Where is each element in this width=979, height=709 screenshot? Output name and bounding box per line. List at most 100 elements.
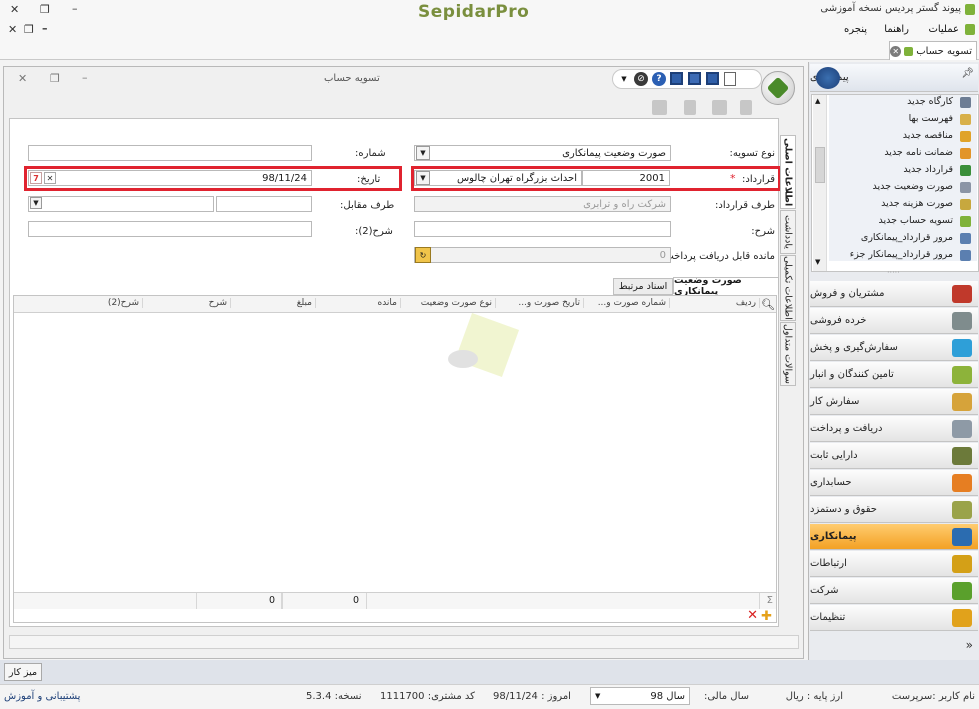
- app-close-icon[interactable]: ✕: [10, 3, 19, 16]
- mdi-restore-icon[interactable]: ❐: [24, 23, 34, 36]
- module-11[interactable]: شرکت: [810, 578, 978, 604]
- desk-button[interactable]: میز کار: [4, 663, 42, 681]
- mdi-minimize-icon[interactable]: –: [42, 22, 48, 35]
- status-user: نام کاربر :سرپرست: [891, 691, 975, 702]
- sub-item-new-contract[interactable]: قرارداد جدید: [903, 164, 953, 175]
- grid-header: 🔍︎ ردیف شماره صورت و... تاریخ صورت و... …: [13, 296, 776, 313]
- nav-header[interactable]: پیمانکاری 📌︎: [810, 64, 978, 92]
- module-4[interactable]: سفارش کار: [810, 389, 978, 415]
- menu-window[interactable]: پنجره: [844, 24, 867, 35]
- new-document-icon[interactable]: [724, 72, 736, 86]
- delete-row-icon[interactable]: ✕: [747, 609, 758, 622]
- toolbar-dropdown-icon[interactable]: ▼: [617, 72, 631, 86]
- module-icon: [952, 285, 972, 303]
- sub-item-new-tender[interactable]: مناقصه جدید: [903, 130, 953, 141]
- counterparty-select[interactable]: [28, 196, 214, 212]
- side-tab-notes[interactable]: یادداشت: [780, 210, 796, 254]
- col-amount[interactable]: مبلغ: [230, 298, 316, 308]
- module-12[interactable]: تنظیمات: [810, 605, 978, 631]
- side-tab-extra-info[interactable]: اطلاعات تکمیلی: [780, 255, 796, 321]
- app-minimize-icon[interactable]: –: [72, 2, 78, 15]
- col-description[interactable]: شرح: [142, 298, 231, 308]
- contract-name-select[interactable]: احداث بزرگراه تهران چالوس: [414, 170, 582, 186]
- side-tab-faq[interactable]: سوالات متداول: [780, 322, 796, 386]
- module-8[interactable]: حقوق و دستمزد: [810, 497, 978, 523]
- module-5[interactable]: دریافت و پرداخت: [810, 416, 978, 442]
- refresh-remaining-icon[interactable]: ↻: [415, 247, 431, 263]
- sub-item-price-list[interactable]: فهرست بها: [909, 113, 953, 124]
- window-restore-icon[interactable]: ❐: [50, 72, 60, 85]
- pin-icon[interactable]: 📌︎: [961, 68, 974, 79]
- expand-chevron-icon[interactable]: »: [966, 638, 973, 652]
- col-description2[interactable]: شرح(2): [13, 298, 143, 308]
- module-7[interactable]: حسابداری: [810, 470, 978, 496]
- counterparty-input[interactable]: [216, 196, 312, 212]
- sub-item-browse-contracts[interactable]: مرور قرارداد_پیمانکاری: [861, 232, 953, 243]
- doc-tab-close-icon[interactable]: ✕: [890, 45, 902, 57]
- app-restore-icon[interactable]: ❐: [40, 3, 50, 16]
- window-close-icon[interactable]: ✕: [18, 72, 27, 85]
- tab-status-statements[interactable]: صورت وضعیت پیمانکاری: [673, 275, 779, 297]
- add-row-icon[interactable]: ✚: [761, 610, 772, 623]
- mdi-close-icon[interactable]: ✕: [8, 23, 17, 36]
- delete-doc-icon[interactable]: [740, 100, 752, 115]
- browse-contract-icon: [960, 233, 971, 244]
- sub-item-browse-subcontracts[interactable]: مرور قرارداد_پیمانکار جزء: [850, 249, 953, 260]
- description-input[interactable]: [414, 221, 671, 237]
- sub-items-scrollbar[interactable]: ▲ ▼: [813, 95, 827, 271]
- scroll-down-icon[interactable]: ▼: [815, 258, 820, 266]
- support-link[interactable]: پشتیبانی و آموزش: [4, 691, 80, 702]
- side-tab-main-info[interactable]: اطلاعات اصلی: [780, 135, 796, 209]
- scroll-up-icon[interactable]: ▲: [815, 97, 820, 105]
- settlement-type-select[interactable]: صورت وضعیت پیمانکاری: [414, 145, 671, 161]
- save-close-icon[interactable]: [706, 72, 719, 85]
- help-icon[interactable]: ?: [652, 72, 666, 86]
- col-statement-number[interactable]: شماره صورت و...: [583, 298, 670, 308]
- fiscal-year-select[interactable]: سال 98 ▼: [590, 687, 690, 705]
- number-input[interactable]: [28, 145, 312, 161]
- menu-operations[interactable]: عملیات: [928, 24, 959, 35]
- contract-dropdown-icon[interactable]: ▼: [416, 171, 430, 185]
- save-icon[interactable]: [670, 72, 683, 85]
- module-0[interactable]: مشتریان و فروش: [810, 281, 978, 307]
- col-statement-type[interactable]: نوع صورت وضعیت: [400, 298, 496, 308]
- module-9[interactable]: پیمانکاری: [810, 524, 978, 550]
- module-6[interactable]: دارایی ثابت: [810, 443, 978, 469]
- module-1[interactable]: خرده فروشی: [810, 308, 978, 334]
- module-2[interactable]: سفارش‌گیری و پخش: [810, 335, 978, 361]
- contract-party-field: شرکت راه و ترابری: [414, 196, 671, 212]
- module-label: حسابداری: [810, 477, 852, 488]
- settlement-type-dropdown-icon[interactable]: ▼: [416, 146, 430, 160]
- col-row[interactable]: ردیف: [669, 298, 760, 308]
- sub-item-new-workshop[interactable]: کارگاه جدید: [907, 96, 953, 107]
- menu-help[interactable]: راهنما: [884, 24, 909, 35]
- window-minimize-icon[interactable]: –: [82, 71, 88, 84]
- module-3[interactable]: تامین کنندگان و انبار: [810, 362, 978, 388]
- document-tab-strip: ✕ تسویه حساب: [0, 40, 979, 60]
- contract-code-input[interactable]: 2001: [582, 170, 670, 186]
- splitter-grip[interactable]: ·····: [887, 268, 900, 277]
- menu-bar: ✕ ❐ – عملیات راهنما پنجره: [0, 20, 979, 40]
- sub-item-new-statement[interactable]: صورت وضعیت جدید: [873, 181, 953, 192]
- col-statement-date[interactable]: تاریخ صورت و...: [495, 298, 584, 308]
- clock-icon[interactable]: ⊘: [634, 72, 648, 86]
- print-icon[interactable]: [652, 100, 667, 115]
- sub-item-new-expense[interactable]: صورت هزینه جدید: [881, 198, 953, 209]
- col-remaining[interactable]: مانده: [315, 298, 401, 308]
- sub-item-new-settlement[interactable]: تسویه حساب جدید: [879, 215, 953, 226]
- date-input[interactable]: 98/11/24: [28, 170, 312, 186]
- grid-search-icon[interactable]: 🔍︎: [760, 296, 776, 312]
- copy-icon[interactable]: [712, 100, 727, 115]
- fiscal-year-dropdown-icon[interactable]: ▼: [595, 692, 600, 700]
- clear-date-icon[interactable]: ✕: [44, 172, 56, 184]
- scroll-thumb[interactable]: [815, 147, 825, 183]
- description2-input[interactable]: [28, 221, 312, 237]
- save-new-icon[interactable]: [688, 72, 701, 85]
- attach-icon[interactable]: [684, 100, 696, 115]
- tab-related-documents[interactable]: اسناد مرتبط: [613, 278, 673, 295]
- doc-tab-settlement[interactable]: ✕ تسویه حساب: [889, 41, 977, 60]
- module-10[interactable]: ارتباطات: [810, 551, 978, 577]
- calendar-icon[interactable]: 7: [30, 172, 42, 184]
- counterparty-dropdown-icon[interactable]: ▼: [30, 197, 42, 209]
- sub-item-new-guarantee[interactable]: ضمانت نامه جدید: [884, 147, 953, 158]
